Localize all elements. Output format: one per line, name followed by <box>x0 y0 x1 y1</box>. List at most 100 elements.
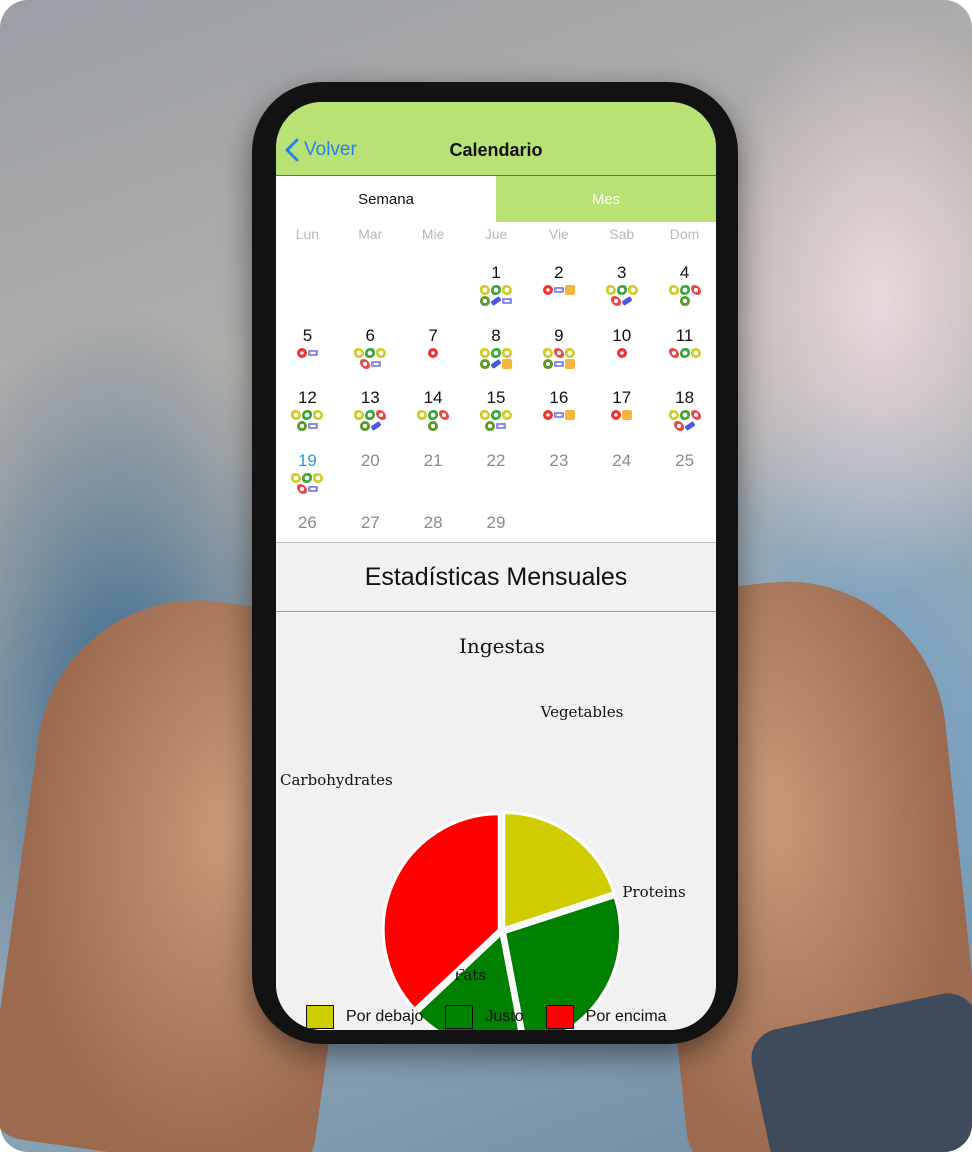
calendar-day[interactable]: 8 <box>465 325 528 388</box>
gym-icon <box>496 423 507 429</box>
day-icons <box>287 410 327 431</box>
none-icon <box>542 410 553 420</box>
calendar-day[interactable]: 15 <box>465 387 528 450</box>
calendar-day[interactable]: 5 <box>276 325 339 388</box>
calendar-day[interactable]: 4 <box>653 262 716 325</box>
calendar-day[interactable]: 2 <box>527 262 590 325</box>
prot-icon <box>302 410 313 420</box>
calendar-day[interactable]: 19 <box>276 450 339 513</box>
calendar-day[interactable]: 7 <box>402 325 465 388</box>
calendar-day[interactable]: 22 <box>465 450 528 513</box>
gym-icon <box>553 287 564 293</box>
beer-icon <box>622 410 633 420</box>
day-number: 29 <box>486 513 506 532</box>
day-number: 11 <box>675 325 694 345</box>
calendar-day[interactable]: 11 <box>653 325 716 388</box>
legend-label: Por debajo <box>346 1008 424 1025</box>
prot-icon <box>490 347 501 358</box>
weekday-label: Mar <box>358 226 383 242</box>
calendar-empty-cell <box>402 262 465 325</box>
prot-icon <box>679 347 690 358</box>
day-number: 3 <box>616 263 627 282</box>
none-icon <box>296 347 307 358</box>
veg-icon <box>501 347 512 358</box>
prot-icon <box>365 410 376 420</box>
day-number: 9 <box>554 325 564 345</box>
intake-chart: Ingestas Vegetables Proteins Fats Carbohydr… <box>276 613 716 1030</box>
weekday-label: Dom <box>669 226 700 242</box>
day-icons <box>602 410 642 420</box>
gym-icon <box>307 485 318 492</box>
veg-icon <box>542 347 553 358</box>
legend-item: Por encima <box>545 1005 667 1029</box>
sport-icon <box>490 296 502 306</box>
weekday-label: Jue <box>484 226 508 242</box>
weekday-label: Vie <box>548 226 569 242</box>
day-icons <box>413 347 453 358</box>
segmented-tabs: Semana Mes <box>276 176 716 222</box>
calendar-day[interactable]: 21 <box>402 450 465 513</box>
gym-icon <box>553 360 564 367</box>
calendar-day[interactable]: 1 <box>465 262 528 325</box>
day-number: 5 <box>302 325 313 345</box>
prot-icon <box>490 410 501 420</box>
calendar-day[interactable]: 23 <box>527 450 590 513</box>
calendar-day[interactable]: 24 <box>590 450 653 513</box>
day-number: 8 <box>491 325 501 345</box>
day-number: 25 <box>675 450 695 470</box>
calendar-day[interactable]: 16 <box>527 387 590 450</box>
fat-icon <box>428 421 439 431</box>
calendar-day[interactable]: 9 <box>527 325 590 388</box>
weekday-label: Lun <box>295 226 320 242</box>
none-icon <box>616 347 627 358</box>
veg-icon <box>313 472 324 483</box>
beer-icon <box>564 358 575 369</box>
veg-icon <box>501 410 512 420</box>
stats-title: Estadísticas Mensuales <box>276 542 716 612</box>
day-number: 4 <box>679 263 690 282</box>
legend-label: Justo <box>485 1008 524 1025</box>
prot-icon <box>302 472 313 483</box>
calendar-day[interactable]: 25 <box>653 450 716 513</box>
veg-icon <box>313 410 324 420</box>
day-number: 15 <box>486 388 506 407</box>
slice-label: Vegetables <box>540 703 624 721</box>
legend-swatch <box>445 1005 474 1029</box>
calendar-day[interactable]: 18 <box>653 387 716 450</box>
day-icons <box>539 285 579 295</box>
day-number: 12 <box>297 388 317 407</box>
none-icon <box>428 347 439 358</box>
day-number: 2 <box>554 263 564 282</box>
day-icons <box>476 410 516 431</box>
carb-icon <box>668 347 679 358</box>
day-number: 21 <box>423 450 443 470</box>
legend-item: Justo <box>445 1005 524 1029</box>
veg-icon <box>668 285 679 295</box>
calendar-day[interactable]: 6 <box>339 325 402 388</box>
prot-icon <box>679 410 690 420</box>
calendar-day[interactable]: 20 <box>339 450 402 513</box>
veg-icon <box>690 347 701 358</box>
phone-screen: Volver Calendario Semana Mes Lun Mar Mie… <box>276 102 716 1030</box>
calendar-day[interactable]: 17 <box>590 387 653 450</box>
day-icons <box>665 285 705 306</box>
prot-icon <box>616 285 627 295</box>
beer-icon <box>501 358 512 369</box>
calendar-day[interactable]: 10 <box>590 325 653 388</box>
calendar-day[interactable]: 13 <box>339 387 402 450</box>
weekday-label: Sab <box>609 226 635 242</box>
veg-icon <box>605 285 616 295</box>
tab-mes[interactable]: Mes <box>496 176 716 222</box>
pie-chart: Ingestas VegetablesProteinsFatsCarbohydr… <box>280 634 686 1030</box>
day-icons <box>665 410 705 431</box>
carb-icon <box>376 410 387 420</box>
calendar-empty-cell <box>339 262 402 325</box>
gym-icon <box>370 360 381 367</box>
none-icon <box>611 410 622 420</box>
calendar-day[interactable]: 14 <box>402 387 465 450</box>
calendar-day[interactable]: 3 <box>590 262 653 325</box>
veg-icon <box>291 410 302 420</box>
day-number: 28 <box>423 513 443 532</box>
tab-semana[interactable]: Semana <box>276 176 496 222</box>
calendar-day[interactable]: 12 <box>276 387 339 450</box>
